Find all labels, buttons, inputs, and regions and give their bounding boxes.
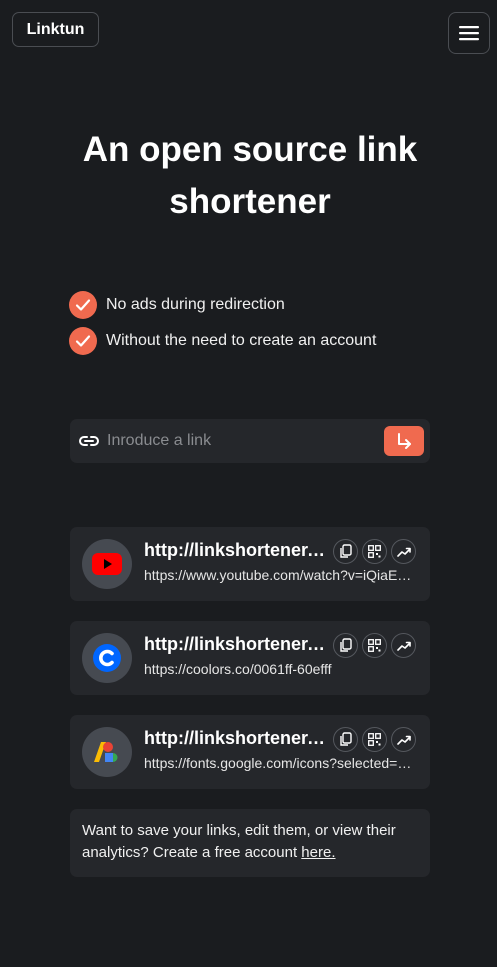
copy-button[interactable] [333, 633, 358, 658]
copy-icon [340, 544, 352, 558]
qr-code-icon [368, 545, 381, 558]
copy-icon [340, 638, 352, 652]
link-icon [79, 431, 99, 451]
short-url[interactable]: http://linkshortener.com/... [144, 728, 330, 749]
feature-label: Without the need to create an account [106, 332, 377, 349]
link-input[interactable] [107, 432, 384, 450]
original-url: https://fonts.google.com/icons?selected=… [144, 755, 420, 771]
original-url: https://www.youtube.com/watch?v=iQiaEXd3… [144, 567, 420, 583]
shortened-link-card: http://linkshortener.com/... https://fon… [70, 715, 430, 789]
logo-button[interactable]: Linktun [12, 12, 99, 47]
analytics-button[interactable] [391, 539, 416, 564]
trending-up-icon [396, 735, 411, 745]
coolors-icon [82, 633, 132, 683]
shorten-submit-button[interactable] [384, 426, 424, 456]
feature-label: No ads during redirection [106, 296, 285, 313]
link-form [70, 419, 430, 463]
trending-up-icon [396, 641, 411, 651]
qr-code-button[interactable] [362, 539, 387, 564]
feature-item: No ads during redirection [69, 291, 376, 319]
qr-code-button[interactable] [362, 633, 387, 658]
copy-button[interactable] [333, 727, 358, 752]
shortened-link-card: http://linkshortener.com/... https://coo… [70, 621, 430, 695]
short-url[interactable]: http://linkshortener.com/... [144, 540, 330, 561]
copy-button[interactable] [333, 539, 358, 564]
qr-code-icon [368, 733, 381, 746]
copy-icon [340, 732, 352, 746]
feature-list: No ads during redirection Without the ne… [69, 291, 376, 363]
check-icon [69, 327, 97, 355]
create-account-note: Want to save your links, edit them, or v… [70, 809, 430, 877]
original-url: https://coolors.co/0061ff-60efff [144, 661, 332, 677]
shortened-link-card: http://linkshortener.com/... https://www… [70, 527, 430, 601]
qr-code-icon [368, 639, 381, 652]
feature-item: Without the need to create an account [69, 327, 376, 355]
youtube-icon [82, 539, 132, 589]
arrow-return-icon [398, 433, 411, 449]
qr-code-button[interactable] [362, 727, 387, 752]
analytics-button[interactable] [391, 633, 416, 658]
trending-up-icon [396, 547, 411, 557]
menu-button[interactable] [448, 12, 490, 54]
analytics-button[interactable] [391, 727, 416, 752]
google-fonts-icon [82, 727, 132, 777]
check-icon [69, 291, 97, 319]
note-text: Want to save your links, edit them, or v… [82, 822, 396, 861]
hamburger-menu-icon [459, 26, 479, 41]
short-url[interactable]: http://linkshortener.com/... [144, 634, 330, 655]
page-title: An open source link shortener [82, 130, 418, 221]
create-account-link[interactable]: here. [301, 844, 335, 861]
